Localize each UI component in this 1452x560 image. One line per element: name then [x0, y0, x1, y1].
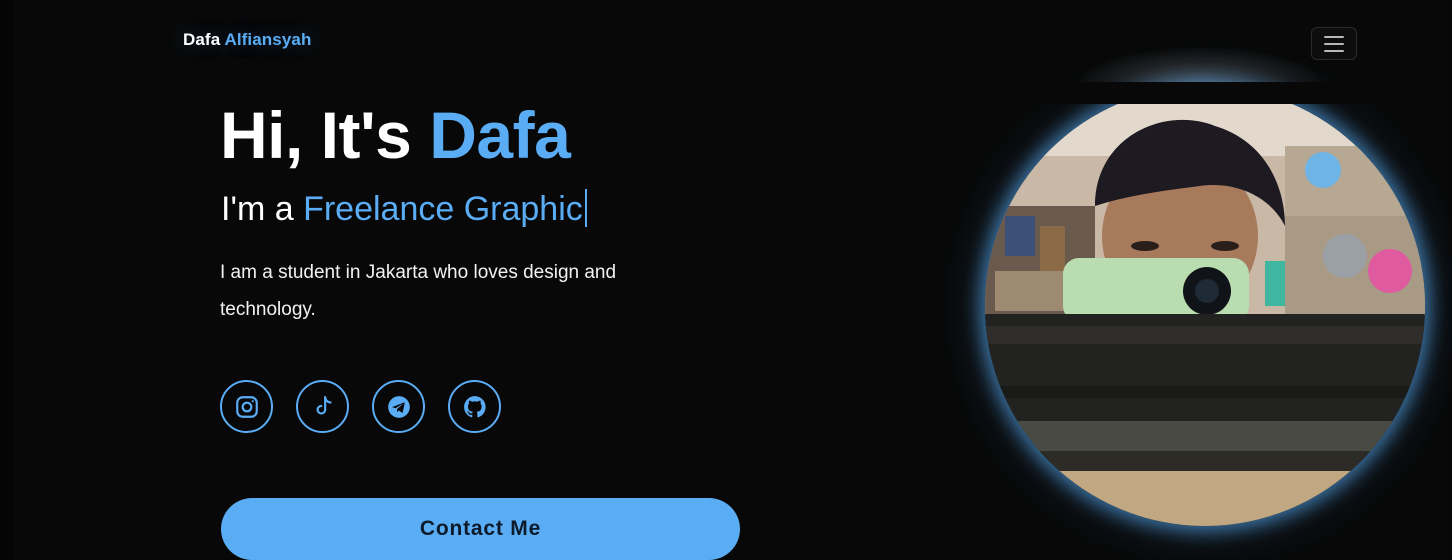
hamburger-menu-icon [1324, 42, 1344, 45]
instagram-icon [235, 395, 258, 418]
profile-photo [985, 86, 1425, 526]
github-icon [463, 395, 486, 417]
hamburger-menu-icon [1324, 49, 1344, 52]
typing-caret [584, 189, 587, 227]
hamburger-menu-icon [1324, 35, 1344, 38]
hero-greeting: Hi, It's [220, 98, 412, 172]
social-links [220, 380, 501, 433]
instagram-link[interactable] [220, 380, 273, 433]
page-edge [0, 0, 14, 560]
page: Dafa Alfiansyah Hi, It's Dafa I'm a Free… [0, 0, 1452, 560]
brand-last-name: Alfiansyah [224, 30, 312, 49]
hamburger-menu-button[interactable] [1311, 27, 1357, 60]
telegram-icon [387, 395, 410, 418]
contact-me-button[interactable]: Contact Me [221, 498, 740, 560]
github-link[interactable] [448, 380, 501, 433]
profile-top-mask [985, 82, 1425, 104]
tiktok-icon [316, 395, 332, 415]
hero-role: I'm a Freelance Graphic [221, 186, 587, 232]
hero-role-prefix: I'm a [221, 190, 294, 228]
brand-first-name: Dafa [183, 30, 221, 49]
brand-logo[interactable]: Dafa Alfiansyah [183, 30, 311, 50]
hero-title: Hi, It's Dafa [220, 95, 571, 175]
selfie-photo-image [985, 86, 1425, 526]
hero-name: Dafa [429, 98, 571, 172]
hero-role-typed: Freelance Graphic [303, 190, 583, 228]
telegram-link[interactable] [372, 380, 425, 433]
tiktok-link[interactable] [296, 380, 349, 433]
hero-description: I am a student in Jakarta who loves desi… [220, 262, 617, 320]
